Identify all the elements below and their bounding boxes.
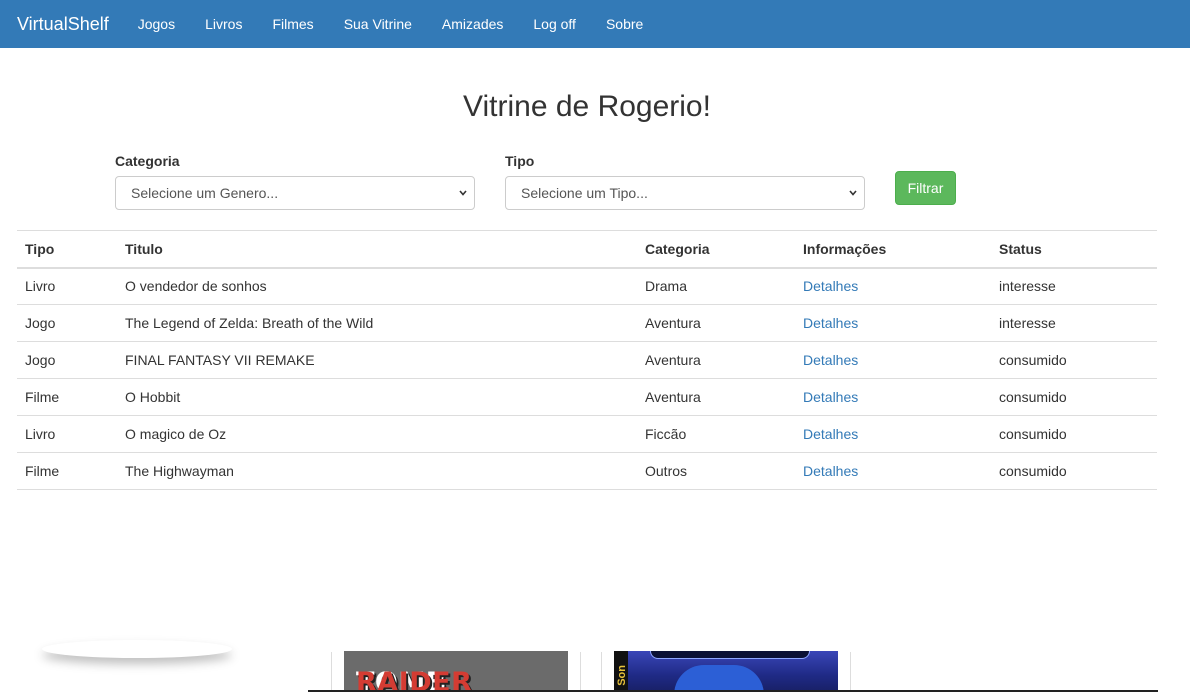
categoria-label: Categoria: [115, 153, 180, 169]
cell-status: interesse: [991, 304, 1157, 342]
header-tipo: Tipo: [17, 230, 117, 269]
detalhes-link[interactable]: Detalhes: [803, 278, 858, 294]
cover-strip-label: Son: [616, 665, 628, 686]
cell-categoria: Outros: [637, 452, 795, 490]
cover-logo: [650, 651, 810, 659]
nav-item-sobre[interactable]: Sobre: [591, 0, 658, 48]
nav-item-log-off[interactable]: Log off: [518, 0, 591, 48]
categoria-select-value: Selecione um Genero...: [131, 185, 279, 201]
nav-item-jogos[interactable]: Jogos: [123, 0, 190, 48]
cell-tipo: Filme: [17, 378, 117, 416]
cell-tipo: Livro: [17, 267, 117, 305]
cell-status: consumido: [991, 341, 1157, 379]
detalhes-link[interactable]: Detalhes: [803, 463, 858, 479]
cell-categoria: Drama: [637, 267, 795, 305]
shelf-table: Tipo Titulo Categoria Informações Status…: [17, 230, 1157, 490]
cell-titulo: FINAL FANTASY VII REMAKE: [117, 341, 637, 379]
card-divider: [601, 652, 602, 692]
nav-item-amizades[interactable]: Amizades: [427, 0, 518, 48]
detalhes-link[interactable]: Detalhes: [803, 315, 858, 331]
cover-title-raider: RAIDER: [356, 667, 473, 692]
card-shadow: [42, 640, 232, 658]
cell-tipo: Jogo: [17, 304, 117, 342]
cell-titulo: O Hobbit: [117, 378, 637, 416]
cell-titulo: O vendedor de sonhos: [117, 267, 637, 305]
cell-status: consumido: [991, 452, 1157, 490]
nav-item-filmes[interactable]: Filmes: [257, 0, 328, 48]
brand-link[interactable]: VirtualShelf: [17, 0, 109, 48]
cell-titulo: The Highwayman: [117, 452, 637, 490]
tomb-raider-cover[interactable]: TOMB RAIDER: [344, 651, 568, 692]
cell-categoria: Aventura: [637, 378, 795, 416]
table-row: Livro O magico de Oz Ficcão Detalhes con…: [17, 415, 1157, 453]
cell-categoria: Aventura: [637, 304, 795, 342]
cell-status: consumido: [991, 378, 1157, 416]
nav-item-livros[interactable]: Livros: [190, 0, 257, 48]
detalhes-link[interactable]: Detalhes: [803, 426, 858, 442]
table-row: Jogo The Legend of Zelda: Breath of the …: [17, 304, 1157, 342]
top-navbar: VirtualShelf Jogos Livros Filmes Sua Vit…: [0, 0, 1190, 48]
nav-item-sua-vitrine[interactable]: Sua Vitrine: [329, 0, 427, 48]
detalhes-link[interactable]: Detalhes: [803, 389, 858, 405]
cell-status: consumido: [991, 415, 1157, 453]
header-informacoes: Informações: [795, 230, 991, 269]
page-title: Vitrine de Rogerio!: [463, 90, 711, 123]
tipo-select-value: Selecione um Tipo...: [521, 185, 648, 201]
tipo-select[interactable]: Selecione um Tipo...: [505, 176, 865, 210]
header-titulo: Titulo: [117, 230, 637, 269]
chevron-down-icon: [849, 190, 857, 196]
table-row: Filme O Hobbit Aventura Detalhes consumi…: [17, 378, 1157, 416]
cell-tipo: Filme: [17, 452, 117, 490]
sonic-cover[interactable]: Son: [614, 651, 838, 692]
chevron-down-icon: [459, 190, 467, 196]
tipo-label: Tipo: [505, 153, 535, 169]
header-status: Status: [991, 230, 1157, 269]
cell-tipo: Jogo: [17, 341, 117, 379]
table-header-row: Tipo Titulo Categoria Informações Status: [17, 230, 1157, 269]
cell-status: interesse: [991, 267, 1157, 305]
cover-strip: Son: [614, 651, 628, 692]
detalhes-link[interactable]: Detalhes: [803, 352, 858, 368]
table-row: Jogo FINAL FANTASY VII REMAKE Aventura D…: [17, 341, 1157, 379]
table-row: Filme The Highwayman Outros Detalhes con…: [17, 452, 1157, 490]
categoria-select[interactable]: Selecione um Genero...: [115, 176, 475, 210]
table-row: Livro O vendedor de sonhos Drama Detalhe…: [17, 267, 1157, 305]
header-categoria: Categoria: [637, 230, 795, 269]
cell-titulo: O magico de Oz: [117, 415, 637, 453]
cell-titulo: The Legend of Zelda: Breath of the Wild: [117, 304, 637, 342]
cover-character: [674, 665, 764, 692]
card-divider: [580, 652, 581, 692]
card-divider: [850, 652, 851, 692]
cell-categoria: Ficcão: [637, 415, 795, 453]
cell-categoria: Aventura: [637, 341, 795, 379]
cell-tipo: Livro: [17, 415, 117, 453]
card-divider: [331, 652, 332, 692]
filter-button[interactable]: Filtrar: [895, 171, 956, 205]
